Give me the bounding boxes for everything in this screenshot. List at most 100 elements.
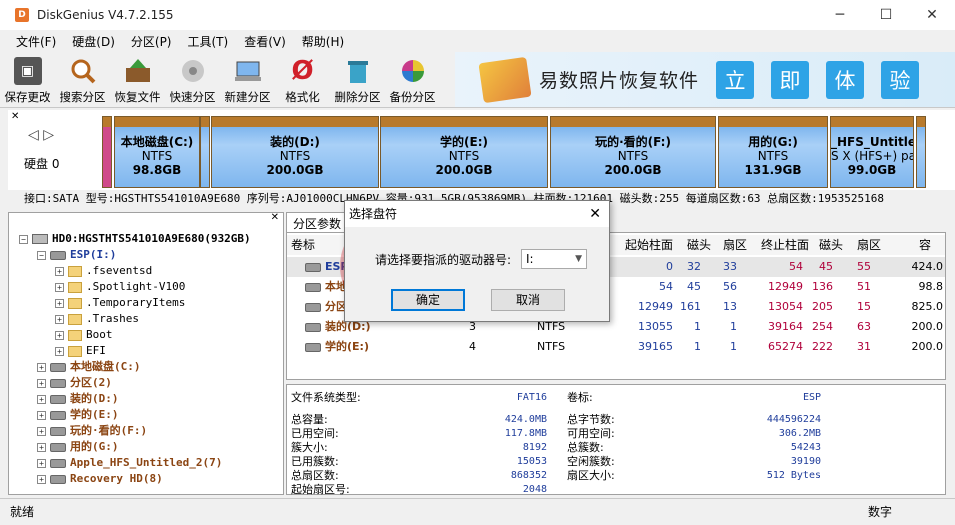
cell-value: 254 [812,320,833,333]
tree-item[interactable]: + 用的(G:) [37,439,119,455]
ad-box-4: 验 [881,60,920,99]
backup-icon [399,57,427,85]
quick-partition-button[interactable]: 快速分区 [165,52,220,108]
partition-icon [305,343,321,352]
dialog-close-icon[interactable]: ✕ [589,201,601,227]
expand-icon[interactable]: + [37,410,46,420]
detail-value: 512 Bytes [766,470,821,481]
tab-partition-params[interactable]: 分区参数 [286,212,349,232]
partition-e-block[interactable]: 学的(E:) NTFS 200.0GB [380,116,548,188]
menu-help[interactable]: 帮助(H) [294,33,352,50]
tree-item-label: .fseventsd [86,264,153,277]
ad-box-3: 体 [826,60,865,99]
magnifier-icon [69,57,97,85]
expand-icon[interactable]: + [55,266,64,276]
disk-map-close-icon[interactable]: ✕ [11,111,19,122]
tree-close-icon[interactable]: ✕ [271,212,279,223]
close-button[interactable]: ✕ [909,0,955,30]
tree-item[interactable]: + Recovery HD(8) [37,471,163,487]
expand-icon[interactable]: + [55,282,64,292]
partition-g-block[interactable]: 用的(G:) NTFS 131.9GB [718,116,828,188]
partition-f-block[interactable]: 玩的·看的(F:) NTFS 200.0GB [550,116,716,188]
cell-value: 136 [812,280,833,293]
table-row[interactable]: 学的(E:) 4 NTFS 39165 1 1 65274 222 31 200.0 [287,337,945,357]
cell-value: 63 [857,320,871,333]
ok-button[interactable]: 确定 [391,289,465,311]
partition-d-block[interactable]: 装的(D:) NTFS 200.0GB [211,116,379,188]
tree-item[interactable]: + EFI [55,343,106,359]
expand-icon[interactable]: + [37,442,46,452]
tree-item-label: 玩的·看的(F:) [70,424,148,437]
detail-label: 已用空间: [291,427,339,440]
partition-2-block[interactable] [200,116,210,188]
expand-icon[interactable]: + [37,474,46,484]
expand-icon[interactable]: + [55,330,64,340]
maximize-button[interactable]: ☐ [863,0,909,30]
cancel-button[interactable]: 取消 [491,289,565,311]
recover-files-button[interactable]: 恢复文件 [110,52,165,108]
backup-partition-button[interactable]: 备份分区 [385,52,440,108]
detail-label: 起始扇区号: [291,483,350,496]
save-changes-button[interactable]: ▣ 保存更改 [0,52,55,108]
search-partition-button[interactable]: 搜索分区 [55,52,110,108]
cell-value: 825.0 [911,300,944,313]
ad-box-1: 立 [716,60,755,99]
expand-icon[interactable]: + [37,362,46,372]
partition-c-block[interactable]: 本地磁盘(C:) NTFS 98.8GB [114,116,200,188]
status-text: 就绪 [10,505,35,519]
part-icon [50,410,66,420]
format-button[interactable]: Ø 格式化 [275,52,330,108]
expand-icon[interactable]: + [37,458,46,468]
expand-icon[interactable]: + [37,394,46,404]
menu-partition[interactable]: 分区(P) [123,33,180,50]
partition-hfs-block[interactable]: _HFS_Untitled S X (HFS+) pa 99.0GB [830,116,914,188]
disk-tree: ✕ − HD0:HGSTHTS541010A9E680(932GB) − ESP(I:… [8,212,284,495]
menu-file[interactable]: 文件(F) [8,33,64,50]
new-partition-button[interactable]: 新建分区 [220,52,275,108]
cell-value: 51 [857,280,871,293]
expand-icon[interactable]: + [37,426,46,436]
menu-tools[interactable]: 工具(T) [180,33,237,50]
tree-item[interactable]: + .TemporaryItems [55,295,185,311]
tree-item[interactable]: + .Spotlight-V100 [55,279,185,295]
advertisement-banner[interactable]: 易数照片恢复软件 立 即 体 验 [455,52,955,107]
partition-esp-block[interactable] [102,116,112,188]
partition-recovery-block[interactable] [916,116,926,188]
partition-icon [305,263,321,272]
cell-value: 1 [694,340,701,353]
trash-icon [344,57,372,85]
tree-item[interactable]: − ESP(I:) [37,247,116,263]
detail-value: 117.8MB [504,428,547,439]
select-drive-letter-dialog: 选择盘符 ✕ 请选择要指派的驱动器号: I: ▼ 确定 取消 [344,200,610,322]
menu-disk[interactable]: 硬盘(D) [64,33,123,50]
delete-partition-button[interactable]: 删除分区 [330,52,385,108]
tree-item[interactable]: + 本地磁盘(C:) [37,359,141,375]
menu-view[interactable]: 查看(V) [236,33,294,50]
folder-icon [68,265,82,277]
tree-item[interactable]: + Apple_HFS_Untitled_2(7) [37,455,222,471]
tree-item[interactable]: + 分区(2) [37,375,112,391]
dialog-title-bar: 选择盘符 ✕ [345,201,609,227]
collapse-icon[interactable]: − [19,234,28,244]
expand-icon[interactable]: + [55,314,64,324]
detail-label: 已用簇数: [291,455,339,468]
tree-item[interactable]: + .fseventsd [55,263,152,279]
tree-item[interactable]: + 玩的·看的(F:) [37,423,147,439]
tree-item[interactable]: + Boot [55,327,113,343]
detail-value: 444596224 [766,414,821,425]
part-icon [50,362,66,372]
minimize-button[interactable]: ─ [817,0,863,30]
tree-item[interactable]: − HD0:HGSTHTS541010A9E680(932GB) [19,231,251,247]
tree-item[interactable]: + .Trashes [55,311,139,327]
tree-item[interactable]: + 装的(D:) [37,391,119,407]
expand-icon[interactable]: + [37,378,46,388]
detail-value: 54243 [790,442,821,453]
cell-value: 1 [730,320,737,333]
tree-item[interactable]: + 学的(E:) [37,407,119,423]
cell-value: 222 [812,340,833,353]
expand-icon[interactable]: + [55,298,64,308]
disk-nav-arrows[interactable]: ◁ ▷ [28,127,54,143]
expand-icon[interactable]: + [55,346,64,356]
collapse-icon[interactable]: − [37,250,46,260]
drive-letter-select[interactable]: I: ▼ [521,249,587,269]
